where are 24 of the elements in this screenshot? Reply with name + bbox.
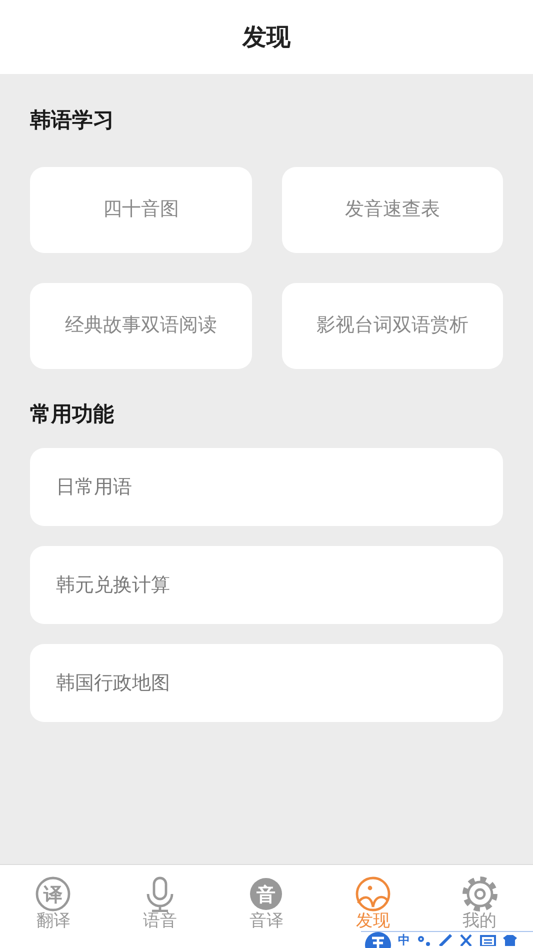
section-title: 常用功能 [30, 400, 114, 428]
feature-card[interactable]: 四十音图 [30, 166, 252, 252]
ime-logo-icon[interactable] [365, 932, 391, 948]
page-title: 发现 [242, 22, 290, 53]
pencil-icon[interactable] [438, 932, 452, 946]
list-item[interactable]: 日常用语 [30, 448, 503, 526]
feature-card[interactable]: 影视台词双语赏析 [282, 282, 503, 368]
list-item[interactable]: 韩国行政地图 [30, 644, 503, 722]
keyboard-icon[interactable] [480, 932, 496, 946]
settings-icon [462, 876, 498, 912]
transliterate-icon: 音 [248, 876, 284, 912]
landscape-icon [355, 876, 392, 912]
translate-icon: 译 [35, 876, 72, 912]
tab[interactable]: 发现 [320, 865, 426, 931]
tab[interactable]: 译 翻译 [0, 865, 107, 931]
list-item[interactable]: 韩元兑换计算 [30, 546, 503, 624]
feature-card[interactable]: 发音速查表 [282, 166, 503, 252]
tab[interactable]: 音 音译 [213, 865, 320, 931]
ime-mode-toggle[interactable]: 中 [398, 932, 410, 946]
section-title: 韩语学习 [30, 107, 114, 134]
shirt-icon[interactable] [503, 932, 517, 946]
feature-card[interactable]: 经典故事双语阅读 [30, 282, 252, 368]
tab[interactable]: 语音 [106, 865, 214, 931]
tab[interactable]: 我的 [426, 865, 533, 931]
